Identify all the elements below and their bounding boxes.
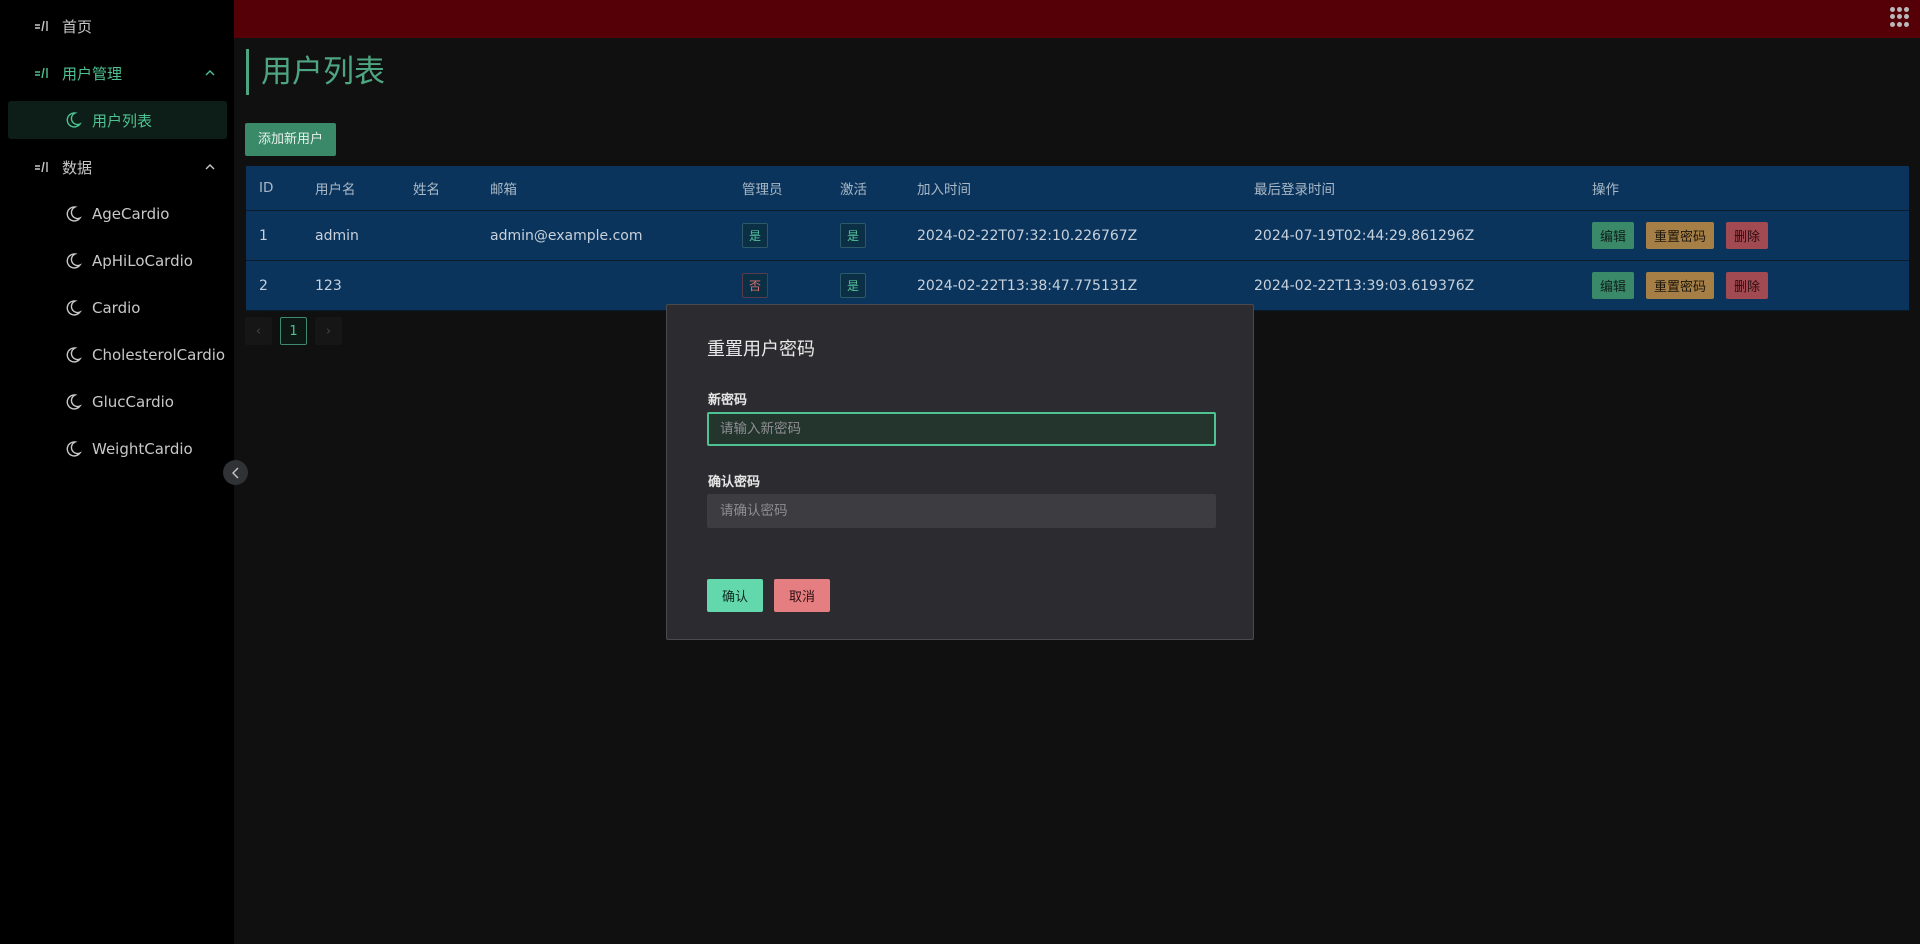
page-title: 用户列表 xyxy=(246,49,385,95)
moon-icon xyxy=(64,440,82,458)
reset-password-dialog: 重置用户密码 新密码 确认密码 确认 取消 xyxy=(666,304,1254,640)
cell-active: 是 xyxy=(840,261,866,310)
pagination: ‹ 1 › xyxy=(245,317,350,345)
edit-button[interactable]: 编辑 xyxy=(1592,222,1635,249)
sidebar-collapse-button[interactable] xyxy=(223,460,248,485)
sidebar-item-label: WeightCardio xyxy=(92,440,193,458)
column-header-id: ID xyxy=(259,180,274,196)
reset-password-button[interactable]: 重置密码 xyxy=(1646,222,1715,249)
page-number-current[interactable]: 1 xyxy=(280,317,307,345)
column-header-admin: 管理员 xyxy=(742,182,783,198)
active-badge: 是 xyxy=(840,273,866,298)
active-badge: 是 xyxy=(840,223,866,248)
delete-button[interactable]: 删除 xyxy=(1726,222,1769,249)
sidebar-item-gluccardio[interactable]: GlucCardio xyxy=(0,383,234,421)
edit-button[interactable]: 编辑 xyxy=(1592,272,1635,299)
sidebar-item-label: CholesterolCardio xyxy=(92,346,226,364)
column-header-active: 激活 xyxy=(840,182,867,198)
sidebar-item-label: 用户列表 xyxy=(92,111,153,130)
cancel-button[interactable]: 取消 xyxy=(774,579,830,612)
sidebar-item-cardio[interactable]: Cardio xyxy=(0,289,234,327)
sidebar-item-label: 首页 xyxy=(62,17,93,36)
moon-icon xyxy=(64,393,82,411)
cell-actions: 编辑 重置密码 删除 xyxy=(1592,261,1780,310)
sidebar-item-user-list[interactable]: 用户列表 xyxy=(8,101,227,139)
sidebar-item-label: 用户管理 xyxy=(62,64,123,83)
moon-icon xyxy=(64,346,82,364)
confirm-password-label: 确认密码 xyxy=(708,475,761,490)
cell-joined: 2024-02-22T07:32:10.226767Z xyxy=(917,227,1138,244)
sidebar-item-label: ApHiLoCardio xyxy=(92,252,193,270)
column-header-name: 姓名 xyxy=(413,182,440,198)
cell-admin: 是 xyxy=(742,211,768,260)
sidebar-item-label: GlucCardio xyxy=(92,393,174,411)
prev-page-button[interactable]: ‹ xyxy=(245,317,272,345)
admin-badge: 是 xyxy=(742,223,768,248)
next-page-button[interactable]: › xyxy=(315,317,342,345)
column-header-last-login: 最后登录时间 xyxy=(1254,182,1335,198)
sidebar-item-cholesterolcardio[interactable]: CholesterolCardio xyxy=(0,336,234,374)
sidebar-item-weightcardio[interactable]: WeightCardio xyxy=(0,430,234,468)
sidebar-item-home[interactable]: 首页 xyxy=(0,7,234,45)
menu-fold-icon xyxy=(34,18,52,34)
new-password-label: 新密码 xyxy=(708,393,748,408)
cell-id: 1 xyxy=(259,227,268,244)
table-row: 1 admin admin@example.com 是 是 2024-02-22… xyxy=(246,211,1909,261)
cell-joined: 2024-02-22T13:38:47.775131Z xyxy=(917,277,1138,294)
chevron-up-icon xyxy=(205,164,215,170)
cell-last-login: 2024-02-22T13:39:03.619376Z xyxy=(1254,277,1475,294)
sidebar-item-label: AgeCardio xyxy=(92,205,170,223)
column-header-username: 用户名 xyxy=(315,182,356,198)
cell-username: admin xyxy=(315,227,359,244)
menu-fold-icon xyxy=(34,65,52,81)
cell-active: 是 xyxy=(840,211,866,260)
cell-last-login: 2024-07-19T02:44:29.861296Z xyxy=(1254,227,1475,244)
sidebar: 首页 用户管理 用户列表 数据 AgeCardio ApHiLoCardio C… xyxy=(0,0,234,944)
top-bar xyxy=(234,0,1920,38)
moon-icon xyxy=(64,252,82,270)
cell-username: 123 xyxy=(315,277,342,294)
reset-password-button[interactable]: 重置密码 xyxy=(1646,272,1715,299)
sidebar-item-aphilocardio[interactable]: ApHiLoCardio xyxy=(0,242,234,280)
moon-icon xyxy=(64,205,82,223)
chevron-up-icon xyxy=(205,70,215,76)
moon-icon xyxy=(64,111,82,129)
confirm-button[interactable]: 确认 xyxy=(707,579,763,612)
column-header-email: 邮箱 xyxy=(490,182,517,198)
sidebar-item-label: 数据 xyxy=(62,158,93,177)
user-table: ID 用户名 姓名 邮箱 管理员 激活 加入时间 最后登录时间 操作 1 adm… xyxy=(246,166,1909,311)
chevron-left-icon xyxy=(231,467,238,478)
table-header: ID 用户名 姓名 邮箱 管理员 激活 加入时间 最后登录时间 操作 xyxy=(246,166,1909,211)
sidebar-item-agecardio[interactable]: AgeCardio xyxy=(0,195,234,233)
column-header-actions: 操作 xyxy=(1592,182,1619,198)
moon-icon xyxy=(64,299,82,317)
sidebar-item-label: Cardio xyxy=(92,299,141,317)
sidebar-item-data[interactable]: 数据 xyxy=(0,148,234,186)
cell-id: 2 xyxy=(259,277,268,294)
cell-actions: 编辑 重置密码 删除 xyxy=(1592,211,1780,260)
delete-button[interactable]: 删除 xyxy=(1726,272,1769,299)
confirm-password-input[interactable] xyxy=(707,494,1216,528)
add-user-button[interactable]: 添加新用户 xyxy=(245,123,337,156)
sidebar-item-user-management[interactable]: 用户管理 xyxy=(0,54,234,92)
cell-email: admin@example.com xyxy=(490,227,643,244)
cell-admin: 否 xyxy=(742,261,768,310)
apps-grid-icon[interactable] xyxy=(1890,7,1910,27)
admin-badge: 否 xyxy=(742,273,768,298)
column-header-joined: 加入时间 xyxy=(917,182,971,198)
new-password-input[interactable] xyxy=(707,412,1216,446)
menu-fold-icon xyxy=(34,159,52,175)
dialog-title: 重置用户密码 xyxy=(707,339,815,360)
